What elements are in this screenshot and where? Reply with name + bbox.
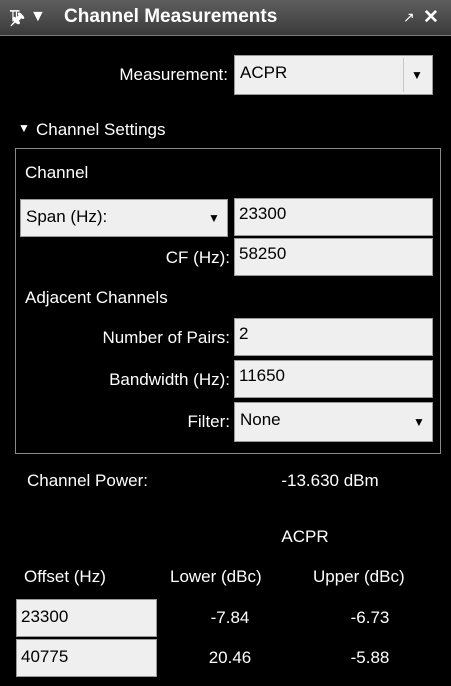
offset-cell[interactable]: 40775 [16,639,157,677]
acpr-header: ACPR [281,527,329,546]
filter-dropdown[interactable]: None ▼ [234,402,433,442]
filter-label: Filter: [187,412,231,431]
collapse-triangle-icon[interactable]: ▼ [18,121,30,135]
adjacent-channels-label: Adjacent Channels [25,288,168,307]
upper-cell: -6.73 [350,608,390,627]
measurement-label: Measurement: [119,65,228,84]
span-dropdown[interactable]: Span (Hz): ▼ [20,199,228,237]
chevron-down-icon: ▼ [208,211,220,225]
column-header-lower: Lower (dBc) [170,567,262,586]
channel-power-value: -13.630 dBm [281,471,379,490]
pairs-label: Number of Pairs: [102,328,230,347]
channel-settings-header[interactable]: Channel Settings [36,120,165,140]
channel-power-label: Channel Power: [27,471,148,490]
upper-cell: -5.88 [350,648,390,667]
pairs-input[interactable]: 2 [234,318,433,356]
collapse-triangle-icon[interactable]: ▼ [30,8,46,26]
pin-icon[interactable]: ⫪ [10,8,19,26]
measurement-value: ACPR [240,63,288,82]
undock-icon[interactable]: ↗ [403,9,415,26]
filter-value: None [240,410,281,429]
column-header-upper: Upper (dBc) [313,567,405,586]
channel-label: Channel [25,163,89,182]
bandwidth-input[interactable]: 11650 [234,360,433,398]
chevron-down-icon: ▼ [413,415,425,429]
bandwidth-label: Bandwidth (Hz): [109,370,230,389]
column-header-offset: Offset (Hz) [24,567,106,586]
span-select-value: Span (Hz): [26,207,108,226]
cf-label: CF (Hz): [165,248,230,267]
title-bar: 🖈︎ ⫪ ▼ Channel Measurements ↗ ✕ [0,0,451,36]
lower-cell: -7.84 [210,608,250,627]
window-title: Channel Measurements [64,6,278,27]
close-icon[interactable]: ✕ [423,6,439,29]
span-input[interactable]: 23300 [234,198,433,236]
chevron-down-icon: ▼ [403,58,430,92]
lower-cell: 20.46 [208,648,252,667]
offset-cell[interactable]: 23300 [16,599,157,637]
measurement-dropdown[interactable]: ACPR ▼ [234,55,433,95]
cf-input[interactable]: 58250 [234,238,433,276]
